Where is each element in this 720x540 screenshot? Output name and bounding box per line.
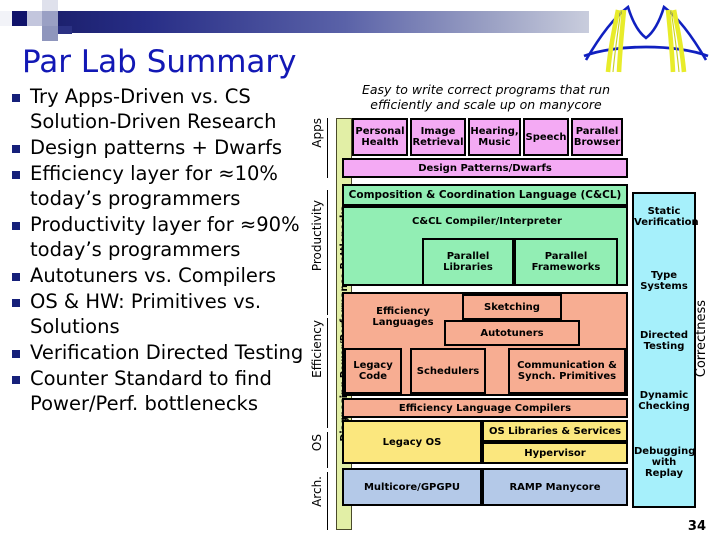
directed-testing-item[interactable]: Directed Testing: [634, 330, 694, 352]
app-box-speech[interactable]: Speech: [523, 118, 569, 156]
static-verification-item[interactable]: Static Verification: [634, 206, 699, 228]
sketching-box[interactable]: Sketching: [462, 294, 562, 320]
parallel-libraries-box[interactable]: Parallel Libraries: [422, 238, 514, 286]
app-box-hearing-music[interactable]: Hearing, Music: [468, 118, 521, 156]
app-box-personal-health[interactable]: Personal Health: [352, 118, 408, 156]
list-item: Try Apps-Driven vs. CS Solution-Driven R…: [12, 84, 324, 134]
parallel-frameworks-box[interactable]: Parallel Frameworks: [514, 238, 618, 286]
header-square-4: [42, 0, 58, 11]
ramp-manycore-box[interactable]: RAMP Manycore: [482, 468, 628, 506]
list-item: Counter Standard to find Power/Perf. bot…: [12, 366, 324, 416]
header-square-8: [58, 0, 72, 11]
page-number: 34: [687, 519, 706, 534]
header-gradient-bar: [46, 11, 589, 33]
bullet-text: Autotuners vs. Compilers: [30, 264, 277, 287]
legacy-code-box[interactable]: Legacy Code: [344, 348, 402, 394]
header-square-9: [58, 26, 72, 34]
bullet-square-icon: [12, 350, 20, 358]
bullet-text: Productivity layer for ≈90% today’s prog…: [30, 213, 300, 261]
layer-divider: [327, 432, 328, 468]
bullet-text: Verification Directed Testing: [30, 341, 304, 364]
list-item: Autotuners vs. Compilers: [12, 263, 324, 288]
debugging-with-replay-item[interactable]: Debugging with Replay: [634, 446, 695, 479]
layer-divider: [327, 118, 328, 178]
layer-label-arch: Arch.: [310, 476, 324, 507]
correctness-vertical-label: Correctness: [694, 300, 709, 378]
header-square-1: [0, 11, 12, 26]
bullet-text: Counter Standard to find Power/Perf. bot…: [30, 367, 272, 415]
layer-divider: [327, 190, 328, 315]
bullet-text: Efficiency layer for ≈10% today’s progra…: [30, 162, 278, 210]
legacy-os-box[interactable]: Legacy OS: [342, 420, 482, 464]
layer-label-apps: Apps: [310, 118, 324, 148]
correctness-column: Static Verification Type Systems Directe…: [632, 192, 699, 508]
layer-label-efficiency: Efficiency: [310, 320, 324, 378]
list-item: Efficiency layer for ≈10% today’s progra…: [12, 161, 324, 211]
hypervisor-box[interactable]: Hypervisor: [482, 442, 628, 464]
bullet-square-icon: [12, 273, 20, 281]
autotuners-box[interactable]: Autotuners: [444, 320, 580, 346]
ccl-compiler-label: C&CL Compiler/Interpreter: [412, 216, 562, 227]
list-item: Design patterns + Dwarfs: [12, 135, 324, 160]
header-square-2: [12, 11, 27, 26]
list-item: Verification Directed Testing: [12, 340, 324, 365]
efficiency-languages-label: Efficiency Languages: [372, 306, 434, 328]
bullet-list: Try Apps-Driven vs. CS Solution-Driven R…: [12, 84, 324, 417]
layer-divider: [327, 472, 328, 530]
layer-label-productivity: Productivity: [310, 200, 324, 272]
schedulers-box[interactable]: Schedulers: [410, 348, 486, 394]
bullet-text: Try Apps-Driven vs. CS Solution-Driven R…: [30, 85, 277, 133]
ccl-box[interactable]: Composition & Coordination Language (C&C…: [342, 184, 628, 206]
page-title: Par Lab Summary: [22, 44, 297, 80]
layer-label-os: OS: [310, 434, 324, 452]
diagram-tagline: Easy to write correct programs that run …: [361, 82, 611, 112]
bullet-square-icon: [12, 145, 20, 153]
header-square-5: [42, 11, 58, 26]
header-square-7: [42, 26, 58, 41]
type-systems-item[interactable]: Type Systems: [634, 270, 694, 292]
par-lab-bridge-logo: [583, 4, 709, 73]
bullet-square-icon: [12, 94, 20, 102]
dynamic-checking-item[interactable]: Dynamic Checking: [634, 390, 694, 412]
bullet-text: Design patterns + Dwarfs: [30, 136, 283, 159]
comm-sync-primitives-box[interactable]: Communication & Synch. Primitives: [508, 348, 626, 394]
multicore-gpgpu-box[interactable]: Multicore/GPGPU: [342, 468, 482, 506]
os-libraries-box[interactable]: OS Libraries & Services: [482, 420, 628, 442]
list-item: Productivity layer for ≈90% today’s prog…: [12, 212, 324, 262]
efficiency-language-compilers-box[interactable]: Efficiency Language Compilers: [342, 398, 628, 418]
design-patterns-bar[interactable]: Design Patterns/Dwarfs: [342, 158, 628, 178]
app-box-image-retrieval[interactable]: Image Retrieval: [410, 118, 466, 156]
header-square-3: [27, 11, 42, 26]
par-lab-stack-diagram: Personal Health Image Retrieval Hearing,…: [332, 116, 632, 532]
bullet-square-icon: [12, 222, 20, 230]
layer-divider: [327, 318, 328, 428]
bullet-square-icon: [12, 171, 20, 179]
bullet-square-icon: [12, 299, 20, 307]
bullet-text: OS & HW: Primitives vs. Solutions: [30, 290, 262, 338]
app-box-parallel-browser[interactable]: Parallel Browser: [571, 118, 623, 156]
header-square-6: [27, 26, 42, 41]
bullet-square-icon: [12, 376, 20, 384]
list-item: OS & HW: Primitives vs. Solutions: [12, 289, 324, 339]
